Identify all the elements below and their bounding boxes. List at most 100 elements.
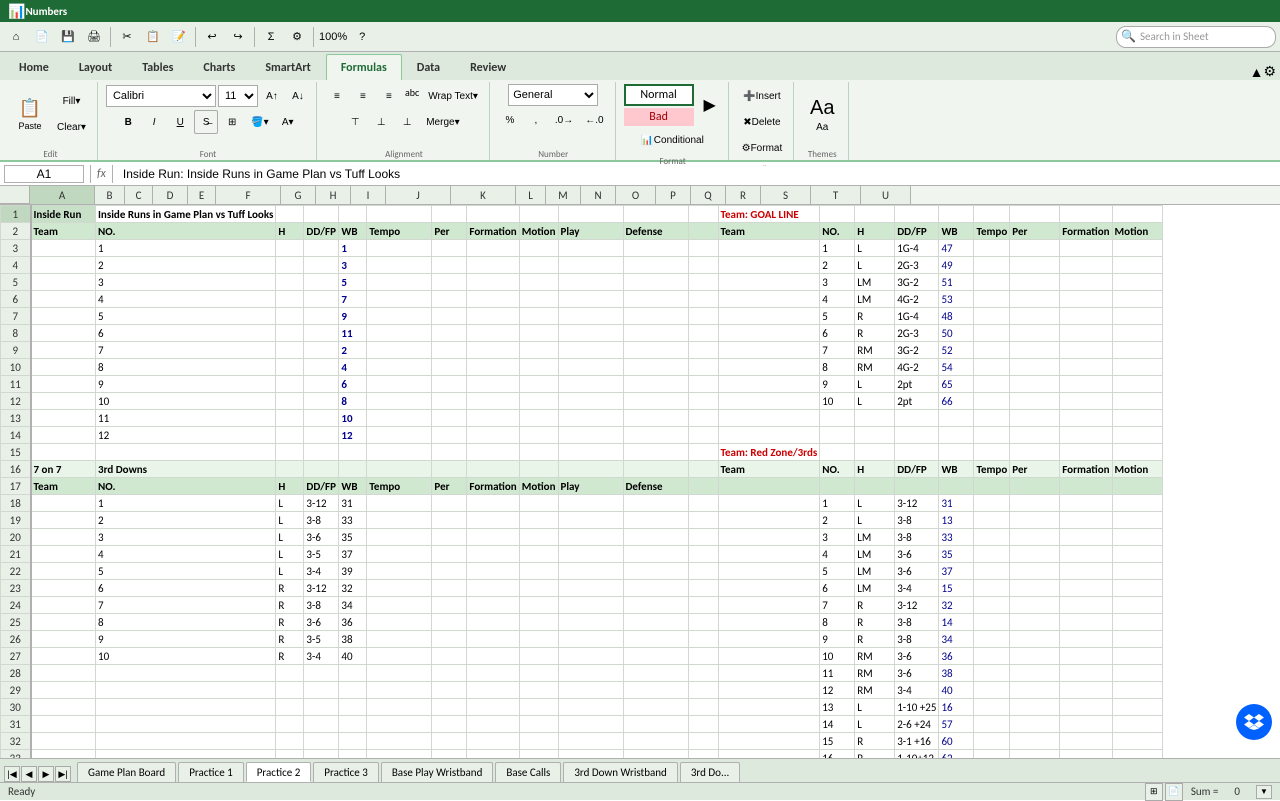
cell-U15[interactable] <box>1112 444 1162 461</box>
cell-Q18[interactable]: 31 <box>939 495 974 512</box>
row-number[interactable]: 25 <box>1 614 31 631</box>
cell-J16[interactable] <box>558 461 623 478</box>
cell-Q22[interactable]: 37 <box>939 563 974 580</box>
cell-F17[interactable]: Tempo <box>367 478 432 495</box>
cell-P2[interactable]: DD/FP <box>895 223 939 240</box>
cell-M21[interactable] <box>718 546 820 563</box>
col-header-U[interactable]: U <box>861 186 911 204</box>
tab-formulas[interactable]: Formulas <box>326 54 402 80</box>
cell-T6[interactable] <box>1060 291 1112 308</box>
cell-T22[interactable] <box>1060 563 1112 580</box>
cell-L24[interactable] <box>688 597 718 614</box>
cell-H8[interactable] <box>467 325 519 342</box>
cell-E23[interactable]: 32 <box>339 580 367 597</box>
row-number[interactable]: 9 <box>1 342 31 359</box>
cell-B28[interactable] <box>96 665 276 682</box>
cell-H26[interactable] <box>467 631 519 648</box>
cell-M26[interactable] <box>718 631 820 648</box>
cell-E22[interactable]: 39 <box>339 563 367 580</box>
tab-game-plan-board[interactable]: Game Plan Board <box>77 762 176 782</box>
cell-H16[interactable] <box>467 461 519 478</box>
cell-H5[interactable] <box>467 274 519 291</box>
cell-I33[interactable] <box>519 750 558 759</box>
cell-F6[interactable] <box>367 291 432 308</box>
cell-D27[interactable]: 3-4 <box>304 648 339 665</box>
cell-S27[interactable] <box>1010 648 1060 665</box>
cell-L22[interactable] <box>688 563 718 580</box>
cell-S14[interactable] <box>1010 427 1060 444</box>
cell-U24[interactable] <box>1112 597 1162 614</box>
cell-I1[interactable] <box>519 206 558 223</box>
cell-B24[interactable]: 7 <box>96 597 276 614</box>
cell-O1[interactable] <box>855 206 895 223</box>
cell-A17[interactable]: Team <box>31 478 96 495</box>
cell-C29[interactable] <box>276 682 304 699</box>
cell-F32[interactable] <box>367 733 432 750</box>
font-shrink-btn[interactable]: A↓ <box>286 84 310 108</box>
cell-J21[interactable] <box>558 546 623 563</box>
wrap-text-button[interactable]: Wrap Text▾ <box>423 84 483 108</box>
cell-E9[interactable]: 2 <box>339 342 367 359</box>
cell-T25[interactable] <box>1060 614 1112 631</box>
ribbon-settings-btn[interactable]: ⚙ <box>1263 63 1276 80</box>
cell-G4[interactable] <box>432 257 467 274</box>
cell-M31[interactable] <box>718 716 820 733</box>
cell-D24[interactable]: 3-8 <box>304 597 339 614</box>
cell-S31[interactable] <box>1010 716 1060 733</box>
tab-base-calls[interactable]: Base Calls <box>495 762 561 782</box>
cell-P31[interactable]: 2-6 +24 <box>895 716 939 733</box>
cell-S20[interactable] <box>1010 529 1060 546</box>
cell-E16[interactable] <box>339 461 367 478</box>
cell-M9[interactable] <box>718 342 820 359</box>
cell-E18[interactable]: 31 <box>339 495 367 512</box>
cell-S1[interactable] <box>1010 206 1060 223</box>
cell-T24[interactable] <box>1060 597 1112 614</box>
cell-F25[interactable] <box>367 614 432 631</box>
cell-O19[interactable]: L <box>855 512 895 529</box>
cell-P7[interactable]: 1G-4 <box>895 308 939 325</box>
cell-L1[interactable] <box>688 206 718 223</box>
status-dropdown-btn[interactable]: ▼ <box>1256 785 1272 799</box>
font-grow-btn[interactable]: A↑ <box>260 84 284 108</box>
cell-O4[interactable]: L <box>855 257 895 274</box>
cell-M23[interactable] <box>718 580 820 597</box>
cell-D22[interactable]: 3-4 <box>304 563 339 580</box>
cell-D29[interactable] <box>304 682 339 699</box>
cell-N17[interactable] <box>820 478 855 495</box>
cell-D25[interactable]: 3-6 <box>304 614 339 631</box>
cell-J19[interactable] <box>558 512 623 529</box>
row-number[interactable]: 6 <box>1 291 31 308</box>
cell-H23[interactable] <box>467 580 519 597</box>
cell-G9[interactable] <box>432 342 467 359</box>
cell-A2[interactable]: Team <box>31 223 96 240</box>
cell-A7[interactable] <box>31 308 96 325</box>
dropbox-badge[interactable] <box>1236 704 1272 740</box>
cell-J14[interactable] <box>558 427 623 444</box>
cell-C9[interactable] <box>276 342 304 359</box>
cell-N5[interactable]: 3 <box>820 274 855 291</box>
cell-C8[interactable] <box>276 325 304 342</box>
print-btn[interactable]: 🖨 <box>82 25 106 49</box>
zoom-btn[interactable]: 100% <box>318 25 348 49</box>
cell-P5[interactable]: 3G-2 <box>895 274 939 291</box>
cell-U19[interactable] <box>1112 512 1162 529</box>
cell-N1[interactable] <box>820 206 855 223</box>
tab-practice-3[interactable]: Practice 3 <box>313 762 379 782</box>
cell-B13[interactable]: 11 <box>96 410 276 427</box>
cell-D13[interactable] <box>304 410 339 427</box>
cell-H24[interactable] <box>467 597 519 614</box>
cell-T11[interactable] <box>1060 376 1112 393</box>
cell-P25[interactable]: 3-8 <box>895 614 939 631</box>
cell-P14[interactable] <box>895 427 939 444</box>
cell-N19[interactable]: 2 <box>820 512 855 529</box>
cell-H1[interactable] <box>467 206 519 223</box>
cell-H30[interactable] <box>467 699 519 716</box>
col-header-N[interactable]: N <box>581 186 616 204</box>
cell-T31[interactable] <box>1060 716 1112 733</box>
cell-T12[interactable] <box>1060 393 1112 410</box>
cell-S32[interactable] <box>1010 733 1060 750</box>
cell-L23[interactable] <box>688 580 718 597</box>
cell-M17[interactable] <box>718 478 820 495</box>
cell-H33[interactable] <box>467 750 519 759</box>
cell-O14[interactable] <box>855 427 895 444</box>
